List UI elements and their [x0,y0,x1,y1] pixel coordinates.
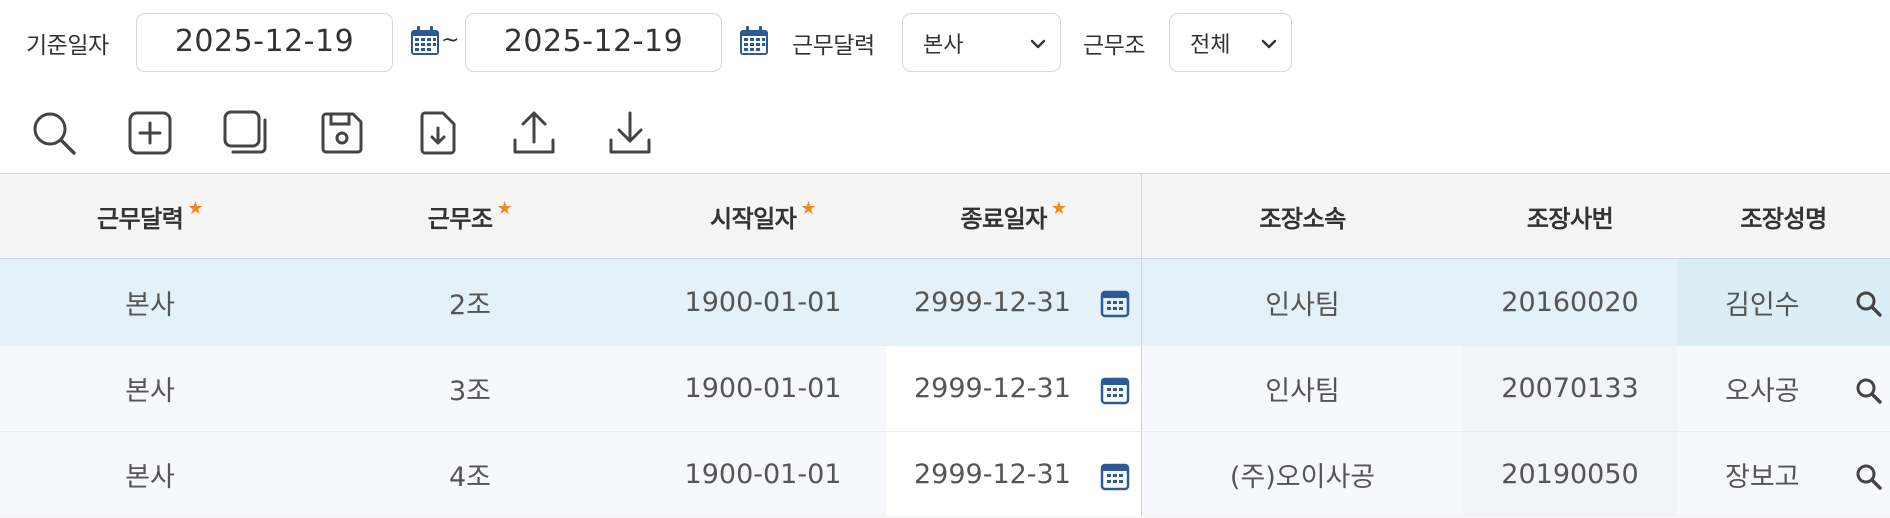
cell-shift[interactable]: 4조 [300,432,640,516]
cell-leader-dept[interactable]: 인사팀 [1141,346,1463,431]
shift-label: 근무조 [1083,33,1145,59]
calendar-icon[interactable] [1099,374,1131,406]
search-icon [33,112,76,155]
file-download-icon [420,111,456,155]
column-header-end-date[interactable]: 종료일자 ★ [886,174,1141,258]
cell-shift[interactable]: 2조 [300,259,640,345]
required-icon: ★ [496,197,513,219]
copy-button[interactable] [217,104,275,162]
end-date-value: 2999-12-31 [914,373,1071,404]
download-button[interactable] [601,104,659,162]
cell-end-date[interactable]: 2999-12-31 [886,259,1141,345]
required-icon: ★ [800,197,816,219]
cell-shift[interactable]: 3조 [300,346,640,431]
end-date-value: 2999-12-31 [914,286,1071,318]
calendar-icon[interactable] [737,24,771,58]
table-row[interactable]: 본사 2조 1900-01-01 2999-12-31 인사팀 20160020… [0,259,1890,345]
table-row[interactable]: 본사 4조 1900-01-01 2999-12-31 (주)오이사공 2019… [0,431,1890,517]
shift-select-value: 전체 [1190,32,1231,58]
column-header-leader-name[interactable]: 조장성명 [1677,174,1890,258]
calendar-icon[interactable] [1099,287,1131,319]
shift-select[interactable]: 전체 [1169,13,1292,72]
calendar-label: 근무달력 [792,33,875,59]
column-header-shift[interactable]: 근무조 ★ [300,174,640,258]
file-download-button[interactable] [409,104,467,162]
cell-start-date[interactable]: 1900-01-01 [640,432,886,516]
cell-calendar[interactable]: 본사 [0,432,300,516]
save-icon [321,112,363,154]
search-icon[interactable] [1854,462,1884,492]
column-header-start-date[interactable]: 시작일자 ★ [640,174,886,258]
search-button[interactable] [25,104,83,162]
download-icon [609,111,651,154]
upload-button[interactable] [505,104,563,162]
chevron-down-icon [1261,39,1277,49]
chevron-down-icon [1030,39,1046,49]
calendar-select-value: 본사 [923,32,964,58]
date-from-input[interactable]: 2025-12-19 [136,13,393,72]
cell-calendar[interactable]: 본사 [0,259,300,345]
cell-start-date[interactable]: 1900-01-01 [640,259,886,345]
cell-leader-emp-no[interactable]: 20190050 [1463,432,1677,516]
cell-end-date[interactable]: 2999-12-31 [886,346,1141,431]
upload-icon [513,111,555,154]
search-icon[interactable] [1854,289,1884,319]
add-icon [128,111,172,155]
leader-name-value: 김인수 [1725,289,1800,321]
cell-leader-name[interactable]: 김인수 [1677,259,1890,345]
filter-bar: 기준일자 2025-12-19 ~ 2025-12-19 근무달력 본사 근무조… [0,0,1890,84]
search-icon[interactable] [1854,376,1884,406]
cell-leader-name[interactable]: 오사공 [1677,346,1890,431]
cell-leader-name[interactable]: 장보고 [1677,432,1890,516]
date-label: 기준일자 [26,33,109,59]
cell-leader-emp-no[interactable]: 20160020 [1463,259,1677,345]
cell-end-date[interactable]: 2999-12-31 [886,432,1141,516]
grid-header: 근무달력 ★ 근무조 ★ 시작일자 ★ 종료일자 ★ 조장소속 조장사번 조장성명 [0,173,1890,259]
required-icon: ★ [187,197,203,219]
add-button[interactable] [121,104,179,162]
column-header-calendar[interactable]: 근무달력 ★ [0,174,300,258]
cell-leader-dept[interactable]: (주)오이사공 [1141,432,1463,516]
calendar-icon[interactable] [408,24,442,58]
calendar-select[interactable]: 본사 [902,13,1061,72]
cell-leader-emp-no[interactable]: 20070133 [1463,346,1677,431]
save-button[interactable] [313,104,371,162]
toolbar [0,104,1890,164]
date-to-input[interactable]: 2025-12-19 [465,13,722,72]
leader-name-value: 장보고 [1725,461,1800,493]
cell-start-date[interactable]: 1900-01-01 [640,346,886,431]
column-header-leader-dept[interactable]: 조장소속 [1141,174,1463,258]
cell-leader-dept[interactable]: 인사팀 [1141,259,1463,345]
end-date-value: 2999-12-31 [914,458,1071,490]
range-separator: ~ [441,28,460,53]
table-row[interactable]: 본사 3조 1900-01-01 2999-12-31 인사팀 20070133… [0,345,1890,431]
cell-calendar[interactable]: 본사 [0,346,300,431]
column-header-leader-emp-no[interactable]: 조장사번 [1463,174,1677,258]
calendar-icon[interactable] [1099,460,1131,492]
leader-name-value: 오사공 [1725,376,1800,407]
copy-icon [223,110,267,154]
required-icon: ★ [1050,197,1067,219]
